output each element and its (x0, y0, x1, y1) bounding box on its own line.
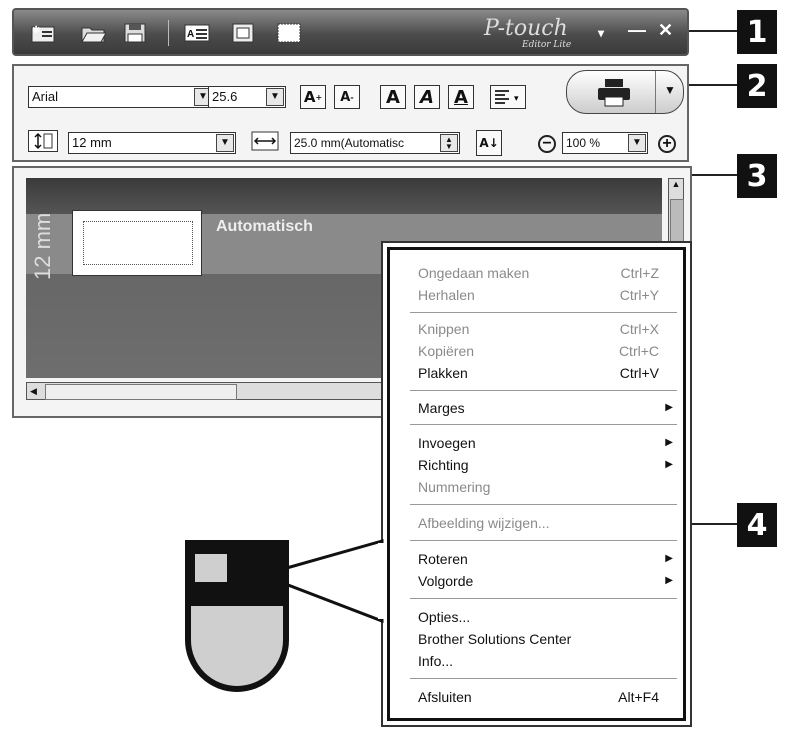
menu-item-options[interactable]: Opties... (418, 606, 673, 628)
dropdown-menu-button[interactable]: ▾ (598, 26, 604, 40)
underline-icon[interactable]: A (448, 85, 474, 109)
menu-item-redo: Herhalen Ctrl+Y (418, 287, 659, 303)
menu-item-copy: Kopiëren Ctrl+C (418, 343, 659, 359)
zoom-value: 100 % (566, 136, 601, 150)
font-size-value: 25.6 (212, 89, 238, 104)
menu-separator (410, 504, 677, 505)
menu-item-direction[interactable]: Richting ▶ (418, 454, 673, 476)
menu-item-info[interactable]: Info... (418, 650, 673, 672)
properties-bar: Arial ▼ 25.6 ▼ A + A- A A A ▾ ▼ 12 mm ▼ 2… (12, 64, 689, 162)
tape-width-value: 12 mm (72, 135, 112, 150)
chevron-down-icon: ▼ (628, 134, 646, 152)
callout-1: 1 (737, 10, 777, 54)
submenu-arrow-icon: ▶ (665, 459, 673, 470)
brand-subtitle: Editor Lite (522, 40, 572, 50)
callout-leader (692, 174, 737, 176)
tape-width-indicator: 12 mm (30, 212, 55, 280)
mouse-right-click-icon (185, 540, 289, 692)
frame-icon[interactable] (230, 22, 256, 44)
arrow-up-icon[interactable]: ▲ (669, 179, 683, 189)
horizontal-scrollbar[interactable]: ◀ (26, 382, 406, 400)
brand-logo: P-touch (484, 16, 568, 41)
svg-text:▾: ▾ (514, 93, 519, 103)
print-button[interactable]: ▼ (566, 70, 684, 114)
scroll-thumb[interactable] (45, 384, 237, 400)
label-length-icon (251, 131, 279, 151)
callout-2: 2 (737, 64, 777, 108)
text-direction-icon[interactable]: A↓ (476, 130, 502, 156)
callout-leader (692, 523, 737, 525)
menu-item-cut: Knippen Ctrl+X (418, 321, 659, 337)
menu-item-paste[interactable]: Plakken Ctrl+V (418, 362, 673, 384)
grow-font-icon[interactable]: A + (300, 85, 326, 109)
menu-item-rotate[interactable]: Roteren ▶ (418, 548, 673, 570)
chevron-down-icon[interactable]: ▼ (664, 83, 676, 97)
chevron-down-icon: ▼ (216, 134, 234, 152)
toolbar-separator (168, 20, 169, 46)
chevron-down-icon: ▼ (266, 88, 284, 106)
submenu-arrow-icon: ▶ (665, 437, 673, 448)
tape-width-icon (28, 130, 58, 152)
menu-item-solutions-center[interactable]: Brother Solutions Center (418, 628, 673, 650)
text-area[interactable] (83, 221, 193, 265)
menu-item-order[interactable]: Volgorde ▶ (418, 570, 673, 592)
svg-text:A: A (187, 29, 194, 40)
border-icon[interactable] (276, 22, 302, 44)
menu-item-margins[interactable]: Marges ▶ (418, 397, 673, 419)
svg-text:✱: ✱ (32, 25, 40, 36)
zoom-out-icon[interactable]: − (538, 135, 556, 153)
submenu-arrow-icon: ▶ (665, 575, 673, 586)
menu-separator (410, 390, 677, 391)
shrink-font-icon[interactable]: A- (334, 85, 360, 109)
text-box-icon[interactable]: A (184, 22, 210, 44)
spinner-icon[interactable]: ▲ ▼ (440, 134, 458, 152)
button-divider (655, 71, 656, 113)
zoom-in-icon[interactable]: + (658, 135, 676, 153)
menu-item-insert[interactable]: Invoegen ▶ (418, 432, 673, 454)
align-icon[interactable]: ▾ (490, 85, 526, 109)
save-icon[interactable] (122, 22, 148, 44)
menu-separator (410, 540, 677, 541)
menu-separator (410, 598, 677, 599)
label-length-value: 25.0 mm(Automatisc (294, 136, 405, 150)
context-menu: Ongedaan maken Ctrl+Z Herhalen Ctrl+Y Knip… (381, 241, 692, 727)
open-folder-icon[interactable] (80, 22, 106, 44)
callout-4: 4 (737, 503, 777, 547)
callout-leader (689, 30, 737, 32)
length-indicator: Automatisch (216, 218, 313, 235)
submenu-arrow-icon: ▶ (665, 402, 673, 413)
bold-icon[interactable]: A (380, 85, 406, 109)
label-preview[interactable] (72, 210, 202, 276)
menu-item-undo: Ongedaan maken Ctrl+Z (418, 265, 659, 281)
printer-icon (598, 79, 630, 107)
zoom-select[interactable]: 100 % ▼ (562, 132, 648, 154)
callout-leader (689, 84, 737, 86)
menu-separator (410, 678, 677, 679)
minimize-button[interactable]: — (628, 20, 646, 41)
submenu-arrow-icon: ▶ (665, 553, 673, 564)
menu-separator (410, 312, 677, 313)
command-bar: ✱ A P-touch Editor Lite ▾ — ✕ (12, 8, 689, 56)
new-label-icon[interactable]: ✱ (30, 22, 56, 44)
close-button[interactable]: ✕ (658, 20, 673, 41)
callout-3: 3 (737, 154, 777, 198)
tape-width-select[interactable]: 12 mm ▼ (68, 132, 236, 154)
font-select-value: Arial (32, 89, 59, 104)
menu-item-change-image: Afbeelding wijzigen... (418, 515, 550, 531)
font-select[interactable]: Arial ▼ (28, 86, 214, 108)
menu-frame: Ongedaan maken Ctrl+Z Herhalen Ctrl+Y Knip… (387, 247, 686, 721)
font-size-select[interactable]: 25.6 ▼ (208, 86, 286, 108)
label-length-field[interactable]: 25.0 mm(Automatisc ▲ ▼ (290, 132, 460, 154)
italic-icon[interactable]: A (414, 85, 440, 109)
menu-item-numbering: Nummering (418, 479, 491, 495)
menu-separator (410, 424, 677, 425)
menu-item-exit[interactable]: Afsluiten Alt+F4 (418, 686, 673, 708)
